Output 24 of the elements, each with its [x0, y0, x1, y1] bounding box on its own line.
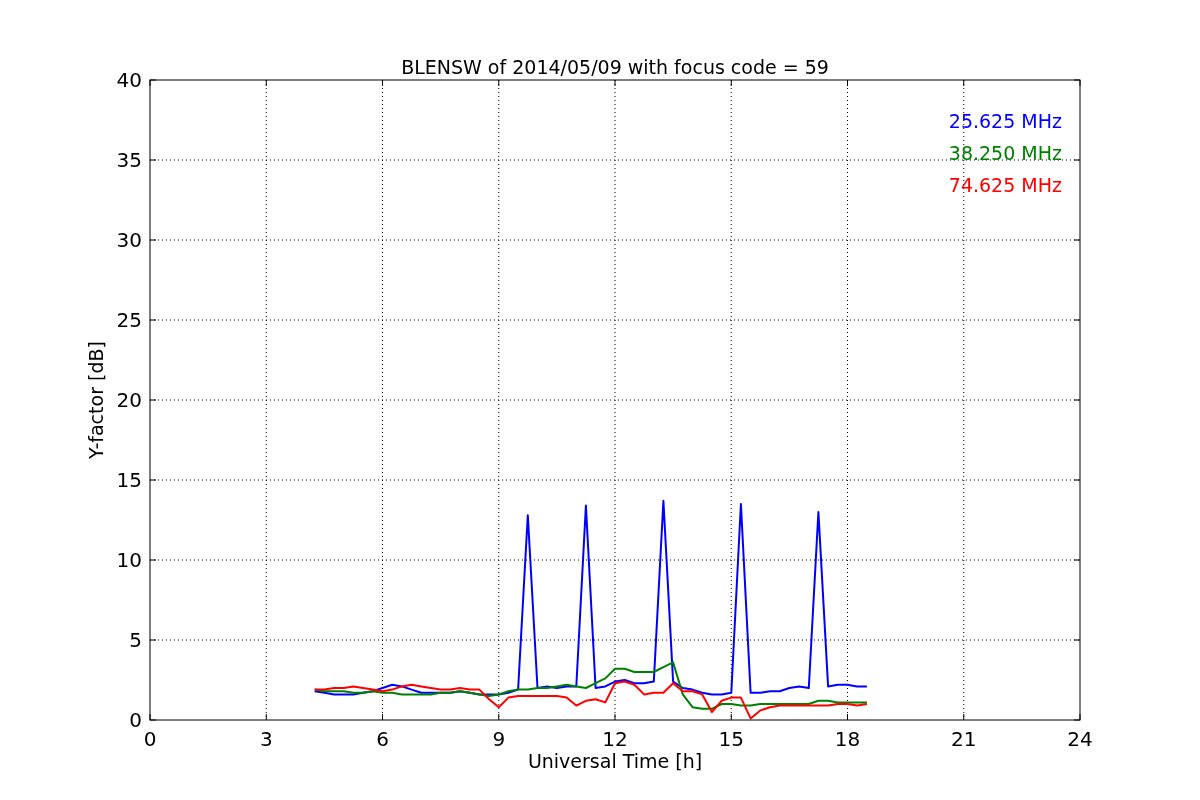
- x-tick-label: 12: [602, 727, 628, 751]
- y-tick-label: 5: [129, 628, 142, 652]
- y-tick-label: 15: [116, 468, 142, 492]
- x-tick-label: 15: [718, 727, 744, 751]
- legend-label: 25.625 MHz: [948, 110, 1062, 132]
- y-tick-label: 0: [129, 708, 142, 732]
- x-tick-label: 6: [376, 727, 389, 751]
- legend-label: 38.250 MHz: [948, 142, 1062, 164]
- y-tick-label: 10: [116, 548, 142, 572]
- y-axis-label: Y-factor [dB]: [85, 341, 107, 459]
- x-axis-label: Universal Time [h]: [527, 750, 703, 772]
- x-tick-label: 3: [259, 727, 273, 751]
- x-tick-label: 21: [951, 727, 977, 751]
- y-tick-label: 35: [116, 148, 142, 172]
- chart-title: BLENSW of 2014/05/09 with focus code = 59: [401, 56, 829, 78]
- x-tick-label: 18: [834, 727, 861, 751]
- x-tick-label: 9: [492, 727, 506, 751]
- x-tick-label: 0: [143, 727, 157, 751]
- y-tick-label: 20: [116, 388, 142, 412]
- x-tick-label: 24: [1067, 727, 1093, 751]
- y-tick-label: 30: [116, 228, 142, 252]
- y-tick-label: 25: [116, 308, 142, 332]
- y-tick-label: 40: [116, 68, 142, 92]
- legend-label: 74.625 MHz: [948, 174, 1062, 196]
